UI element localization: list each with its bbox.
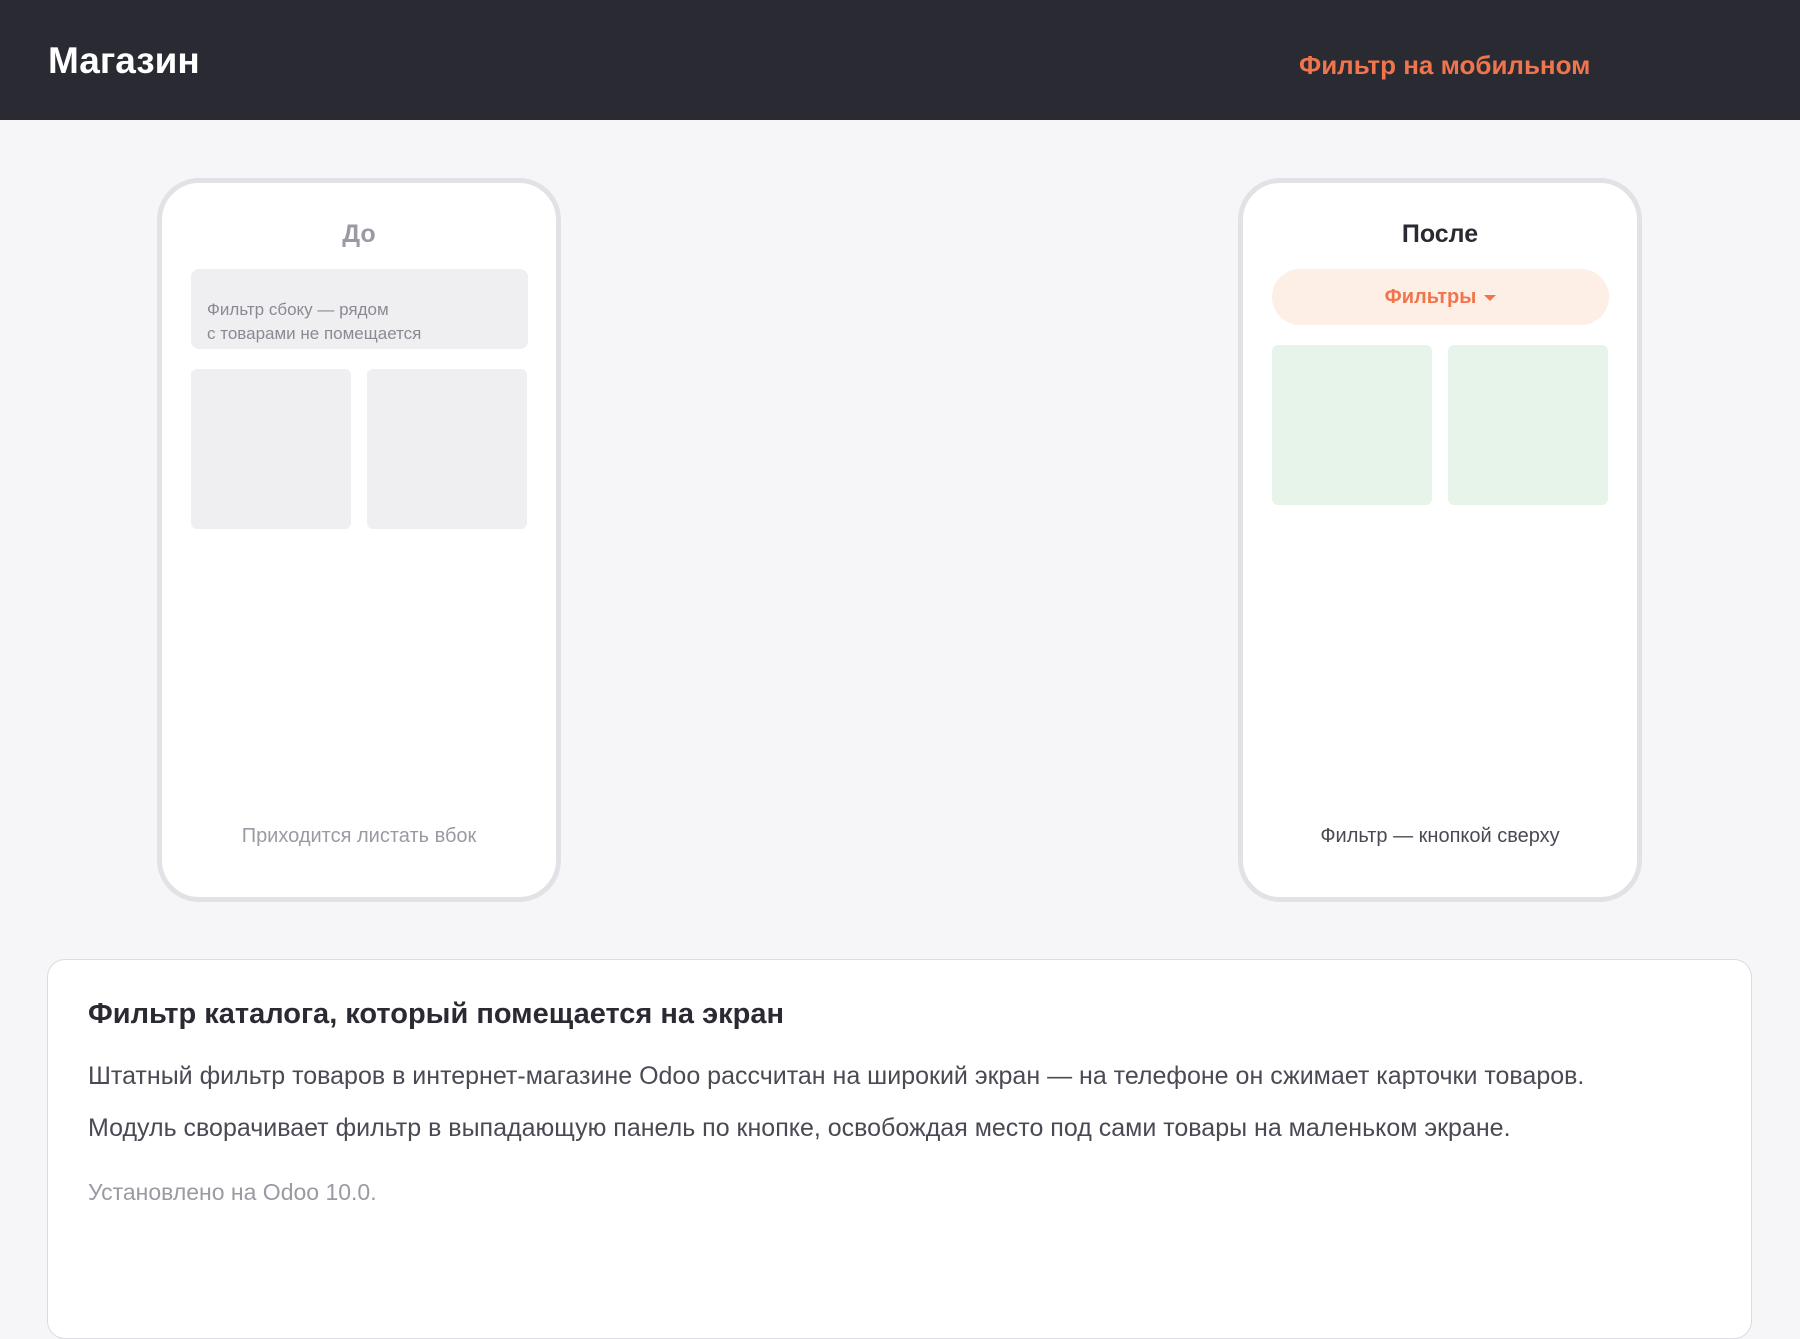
side-filter-placeholder: Фильтр сбоку — рядом с товарами не помещ… — [191, 269, 528, 349]
promo-title: Фильтр на мобильном — [1299, 50, 1591, 80]
product-tile — [1272, 345, 1432, 505]
after-caption: Фильтр — кнопкой сверху — [1320, 825, 1560, 847]
version-note: Установлено на Odoo 10.0. — [88, 1179, 377, 1205]
description-card: Фильтр каталога, который помещается на э… — [47, 959, 1752, 1339]
card-title: Фильтр каталога, который помещается на э… — [88, 998, 784, 1030]
caret-down-icon — [1484, 295, 1497, 301]
store-title: Магазин — [48, 40, 200, 81]
card-paragraph: Штатный фильтр товаров в интернет-магази… — [88, 1062, 1585, 1090]
side-filter-text-line2: с товарами не помещается — [207, 324, 422, 343]
phone-before: До Фильтр сбоку — рядом с товарами не по… — [157, 178, 561, 902]
phone-after: После Фильтры Фильтр — кнопкой сверху — [1238, 178, 1642, 902]
card-paragraph: Модуль сворачивает фильтр в выпадающую п… — [88, 1114, 1511, 1142]
side-filter-text-line1: Фильтр сбоку — рядом — [207, 300, 389, 319]
top-header: Магазин Фильтр на мобильном — [0, 0, 1800, 120]
product-tile-placeholder — [367, 369, 527, 529]
filters-button-label: Фильтры — [1384, 285, 1477, 308]
filters-dropdown-button[interactable]: Фильтры — [1272, 269, 1609, 325]
product-tile-placeholder — [191, 369, 351, 529]
before-heading: До — [342, 220, 376, 248]
product-tile — [1448, 345, 1608, 505]
before-caption: Приходится листать вбок — [241, 825, 477, 847]
after-heading: После — [1401, 220, 1479, 248]
